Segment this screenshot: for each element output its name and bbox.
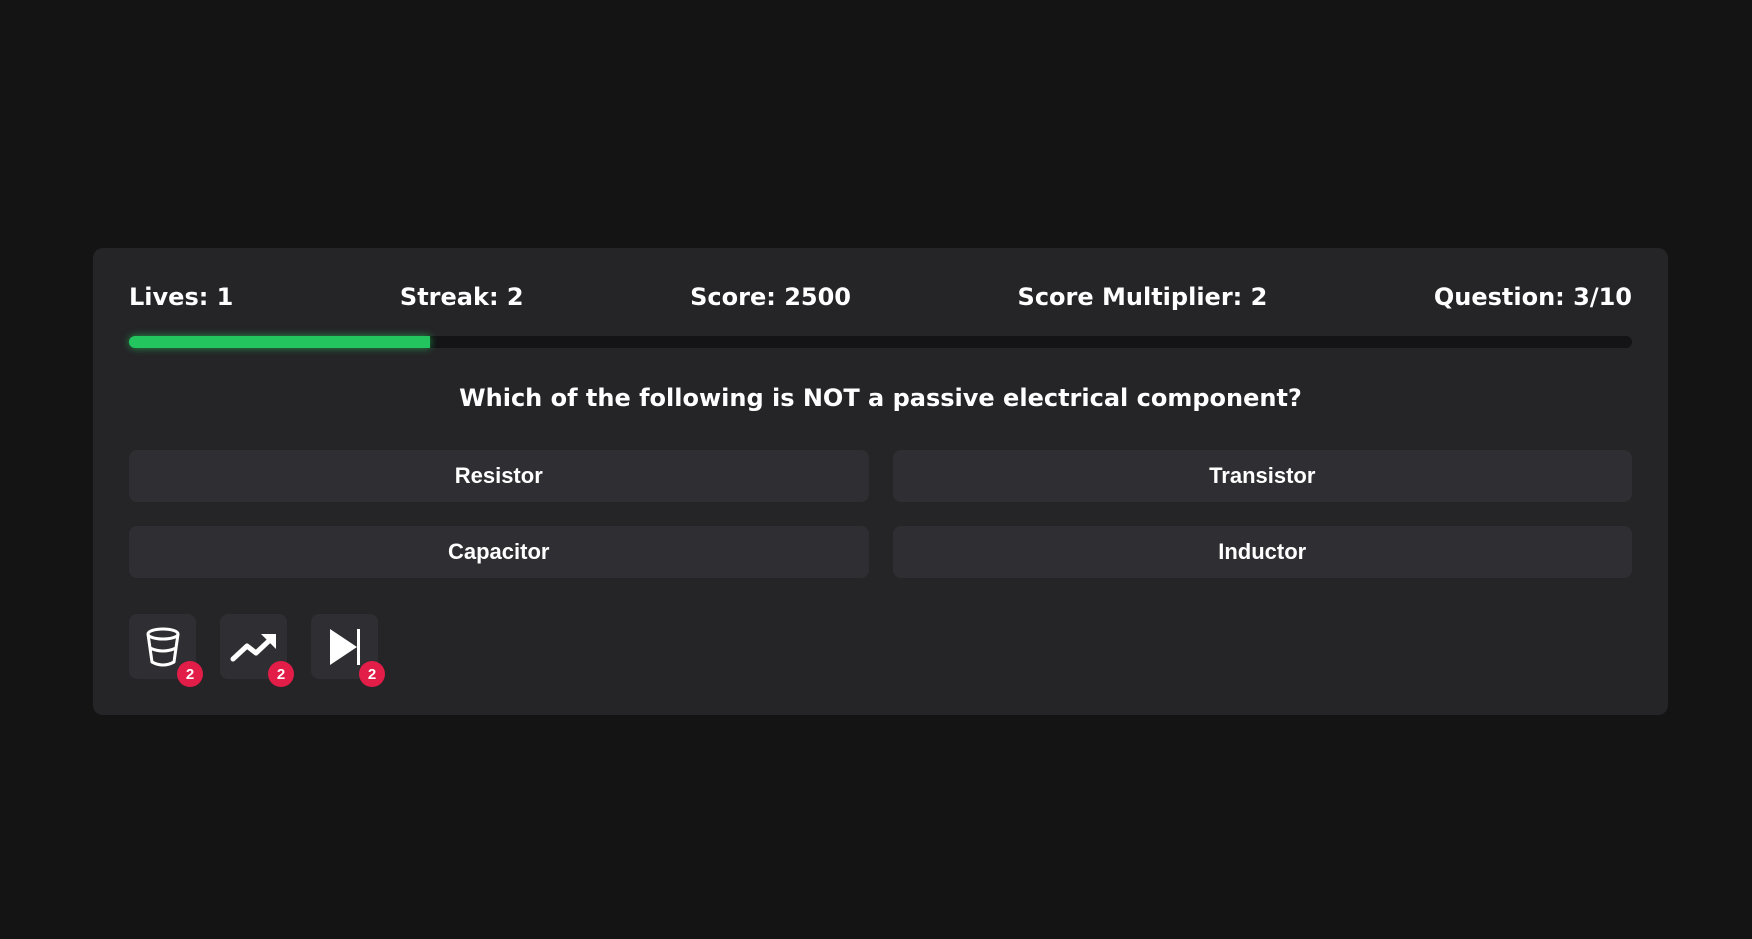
powerup-bucket-button[interactable]: 2 (129, 614, 203, 687)
multiplier-stat: Score Multiplier: 2 (1017, 283, 1268, 311)
question-text: Which of the following is NOT a passive … (459, 384, 1302, 412)
skip-forward-icon (329, 628, 360, 665)
question-counter: Question: 3/10 (1433, 283, 1632, 311)
quiz-card: Lives: 1 Streak: 2 Score: 2500 Score Mul… (93, 248, 1668, 715)
powerup-count-badge: 2 (359, 661, 385, 687)
bucket-icon (146, 627, 179, 666)
progress-bar-fill (129, 336, 430, 348)
trending-up-icon (230, 633, 276, 661)
powerup-bar: 2 2 2 (129, 614, 385, 687)
powerup-multiplier-button[interactable]: 2 (220, 614, 294, 687)
lives-stat: Lives: 1 (129, 283, 234, 311)
score-stat: Score: 2500 (690, 283, 852, 311)
powerup-skip-button[interactable]: 2 (311, 614, 385, 687)
streak-stat: Streak: 2 (399, 283, 524, 311)
answer-grid: Resistor Transistor Capacitor Inductor (129, 450, 1632, 578)
progress-bar (129, 336, 1632, 348)
stats-bar: Lives: 1 Streak: 2 Score: 2500 Score Mul… (129, 283, 1632, 311)
powerup-count-badge: 2 (177, 661, 203, 687)
answer-button-resistor[interactable]: Resistor (129, 450, 869, 502)
answer-button-transistor[interactable]: Transistor (892, 450, 1632, 502)
answer-button-inductor[interactable]: Inductor (892, 526, 1632, 578)
powerup-count-badge: 2 (268, 661, 294, 687)
answer-button-capacitor[interactable]: Capacitor (129, 526, 869, 578)
